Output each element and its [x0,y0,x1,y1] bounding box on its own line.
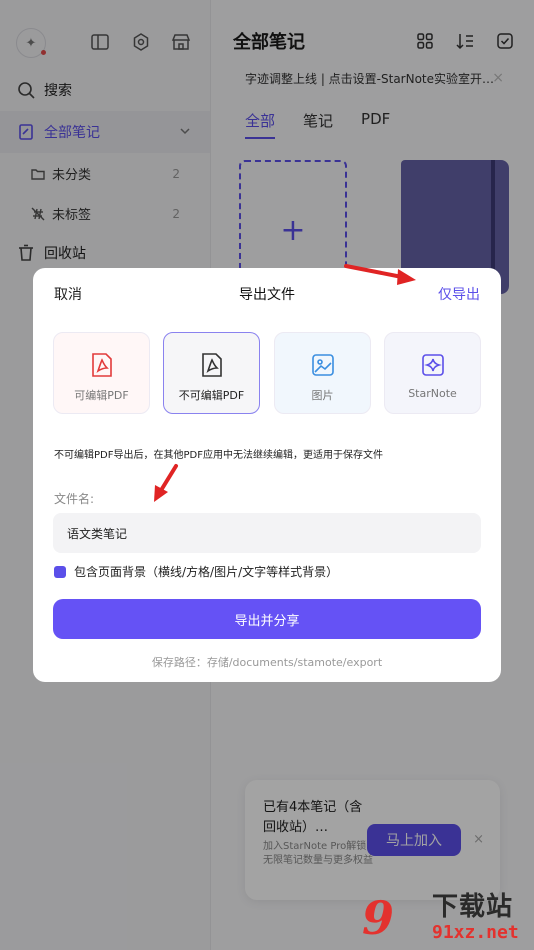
save-path: 保存路径：存储/documents/stamote/export [151,656,383,669]
format-option-starnote[interactable]: StarNote [384,332,481,414]
watermark-url: 91xz.net [432,922,519,943]
filename-label: 文件名: [54,492,95,506]
format-option-label: 图片 [311,389,334,402]
starnote-icon [421,354,444,376]
export-and-share-button[interactable]: 导出并分享 [53,599,481,639]
editable-pdf-icon [91,353,112,377]
checkbox-checked[interactable] [54,565,66,578]
cancel-button[interactable]: 取消 [54,284,82,304]
locked-pdf-icon [201,353,222,377]
export-only-button[interactable]: 仅导出 [438,284,480,304]
watermark-text-block: 下载站 91xz.net [432,892,519,944]
export-dialog: 导出文件 取消 仅导出 可编辑PDF 不可编辑PDF 图片 StarNote 不… [33,268,501,682]
checkbox-label: 包含页面背景（横线/方格/图片/文字等样式背景） [74,565,339,579]
watermark-text: 下载站 [432,892,514,922]
format-option-label: StarNote [408,387,457,400]
include-background-checkbox[interactable]: 包含页面背景（横线/方格/图片/文字等样式背景） [54,563,338,580]
format-description: 不可编辑PDF导出后，在其他PDF应用中无法继续编辑，更适用于保存文件 [54,450,383,461]
watermark-logo: 9 [362,891,395,945]
dialog-title: 导出文件 [239,287,295,303]
filename-input[interactable] [53,513,481,553]
site-watermark: 9 下载站 91xz.net [362,888,519,948]
format-option-image[interactable]: 图片 [274,332,371,414]
format-option-label: 不可编辑PDF [178,389,245,402]
format-option-label: 可编辑PDF [74,389,129,402]
format-option-editable-pdf[interactable]: 可编辑PDF [53,332,150,414]
image-icon [311,354,334,376]
format-option-locked-pdf[interactable]: 不可编辑PDF [163,332,260,414]
